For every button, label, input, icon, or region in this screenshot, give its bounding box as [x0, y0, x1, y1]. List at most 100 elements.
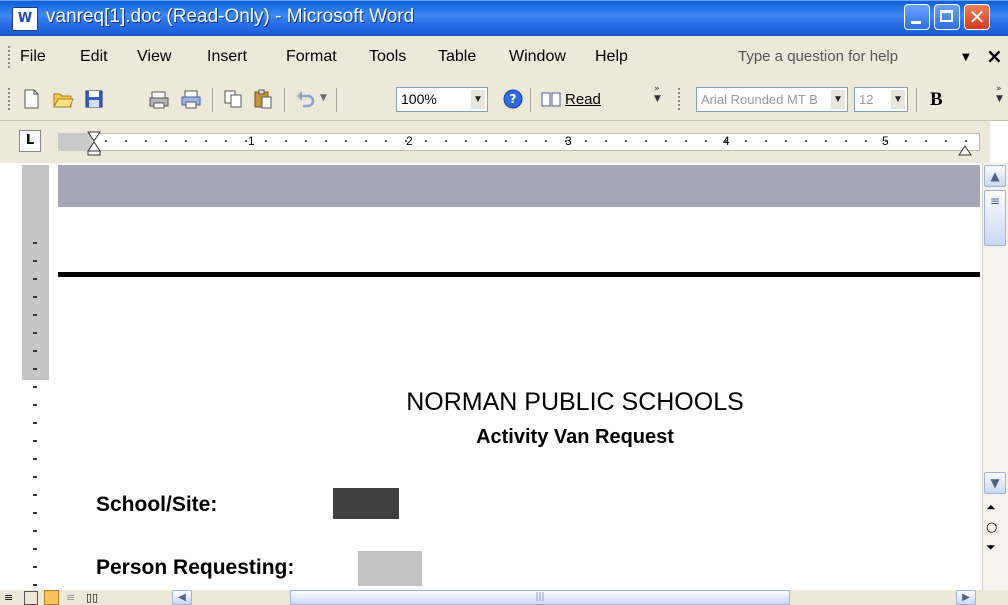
close-icon: ✕ — [968, 5, 986, 29]
ruler-tick — [805, 140, 807, 142]
chevron-down-icon[interactable]: ▼ — [891, 90, 905, 109]
document-page[interactable] — [58, 165, 980, 590]
person-requesting-field[interactable] — [358, 551, 422, 586]
window-title: vanreq[1].doc (Read-Only) - Microsoft Wo… — [46, 6, 415, 27]
next-page-icon[interactable]: ⏷ — [986, 540, 996, 555]
web-layout-icon[interactable] — [24, 591, 38, 605]
ruler-tick — [965, 140, 967, 142]
minimize-button[interactable] — [904, 4, 930, 30]
scroll-thumb[interactable]: ≡ — [984, 190, 1006, 246]
undo-icon[interactable] — [294, 88, 316, 110]
ruler-tick — [905, 140, 907, 142]
menu-format[interactable]: Format — [286, 48, 337, 66]
scroll-down-button[interactable]: ▼ — [984, 472, 1006, 494]
maximize-button[interactable] — [934, 4, 960, 30]
maximize-icon — [940, 10, 953, 22]
vertical-ruler-tick — [33, 350, 37, 352]
close-button[interactable]: ✕ — [964, 4, 990, 30]
menu-table[interactable]: Table — [438, 48, 476, 66]
menu-view[interactable]: View — [137, 48, 171, 66]
vertical-ruler-tick — [33, 584, 37, 586]
bold-button[interactable]: B — [930, 89, 943, 111]
normal-view-icon[interactable]: ≡ — [4, 591, 13, 604]
read-button[interactable]: Read — [541, 90, 601, 108]
print-icon[interactable] — [180, 88, 202, 110]
font-size-combo[interactable]: 12 ▼ — [854, 87, 908, 112]
read-label: Read — [565, 90, 601, 108]
help-dropdown-arrow-icon[interactable]: ▼ — [962, 52, 970, 63]
menu-file[interactable]: File — [20, 48, 46, 66]
word-app-icon[interactable]: W — [12, 7, 38, 31]
vertical-ruler-margin — [22, 165, 49, 380]
save-icon[interactable] — [83, 88, 105, 110]
font-name-combo[interactable]: Arial Rounded MT B ▼ — [696, 87, 848, 112]
tab-selector-button[interactable]: L — [19, 130, 41, 152]
paste-icon[interactable] — [252, 88, 274, 110]
ruler-tick — [785, 140, 787, 142]
font-name-value: Arial Rounded MT B — [701, 92, 818, 107]
scroll-up-button[interactable]: ▲ — [984, 165, 1006, 187]
ruler-tick — [705, 140, 707, 142]
person-requesting-label: Person Requesting: — [96, 556, 295, 579]
ruler-tick — [725, 140, 727, 142]
ruler-tick — [505, 140, 507, 142]
menu-insert[interactable]: Insert — [207, 48, 247, 66]
close-document-icon[interactable]: × — [986, 44, 1003, 68]
new-document-icon[interactable] — [20, 88, 42, 110]
copy-icon[interactable] — [222, 88, 244, 110]
chevron-down-icon[interactable]: ▼ — [471, 90, 485, 109]
font-size-value: 12 — [859, 92, 874, 107]
print-layout-icon[interactable] — [44, 590, 59, 605]
scroll-right-button[interactable]: ▶ — [956, 590, 976, 605]
menu-edit[interactable]: Edit — [80, 48, 108, 66]
undo-dropdown-arrow-icon[interactable]: ▼ — [320, 93, 327, 103]
menu-tools[interactable]: Tools — [369, 48, 406, 66]
menu-window[interactable]: Window — [509, 48, 566, 66]
vertical-ruler-tick — [33, 440, 37, 442]
school-site-field[interactable] — [333, 488, 399, 519]
right-indent-marker-icon[interactable] — [957, 144, 973, 156]
ruler-tick — [625, 140, 627, 142]
ruler-tick — [385, 140, 387, 142]
horizontal-scroll-thumb[interactable]: ||| — [290, 590, 790, 605]
ruler-number: 1 — [248, 134, 255, 148]
reading-layout-icon[interactable]: ▯▯ — [86, 591, 98, 604]
zoom-combo[interactable]: 100% ▼ — [396, 87, 488, 112]
vertical-ruler-tick — [33, 314, 37, 316]
ruler-tick — [165, 140, 167, 142]
indent-marker-icon[interactable] — [86, 130, 102, 156]
ask-question-input[interactable]: Type a question for help — [738, 48, 898, 65]
horizontal-ruler[interactable] — [58, 133, 980, 151]
vertical-ruler-tick — [33, 512, 37, 514]
ruler-tick — [265, 140, 267, 142]
scroll-left-button[interactable]: ◀ — [172, 590, 192, 605]
vertical-ruler-tick — [33, 296, 37, 298]
select-browse-object-icon[interactable]: ○ — [986, 520, 997, 535]
ruler-tick — [925, 140, 927, 142]
ruler-tick — [525, 140, 527, 142]
toolbar-options-icon[interactable]: » ▼ — [654, 84, 661, 104]
ruler-tick — [765, 140, 767, 142]
outline-view-icon[interactable]: ≡ — [66, 591, 75, 604]
menu-grip-handle[interactable] — [8, 46, 13, 68]
school-site-label: School/Site: — [96, 493, 218, 516]
toolbar-separator — [916, 88, 917, 112]
zoom-value: 100% — [401, 91, 437, 107]
open-folder-icon[interactable] — [52, 88, 74, 110]
toolbar-separator — [284, 88, 285, 112]
chevron-down-icon[interactable]: ▼ — [831, 90, 845, 109]
formatting-toolbar-grip[interactable] — [678, 88, 683, 110]
ruler-tick — [305, 140, 307, 142]
toolbar-grip-handle[interactable] — [8, 88, 13, 110]
ruler-tick — [125, 140, 127, 142]
previous-page-icon[interactable]: ⏶ — [986, 500, 996, 515]
menu-help[interactable]: Help — [595, 48, 628, 66]
minimize-icon — [911, 21, 921, 24]
help-icon[interactable]: ? — [502, 88, 524, 110]
document-heading: NORMAN PUBLIC SCHOOLS — [406, 388, 744, 416]
toolbar-options-icon[interactable]: » ▼ — [996, 84, 1003, 104]
permission-icon[interactable] — [148, 88, 170, 110]
toolbar-separator — [212, 88, 213, 112]
ruler-tick — [245, 140, 247, 142]
vertical-ruler-tick — [33, 494, 37, 496]
